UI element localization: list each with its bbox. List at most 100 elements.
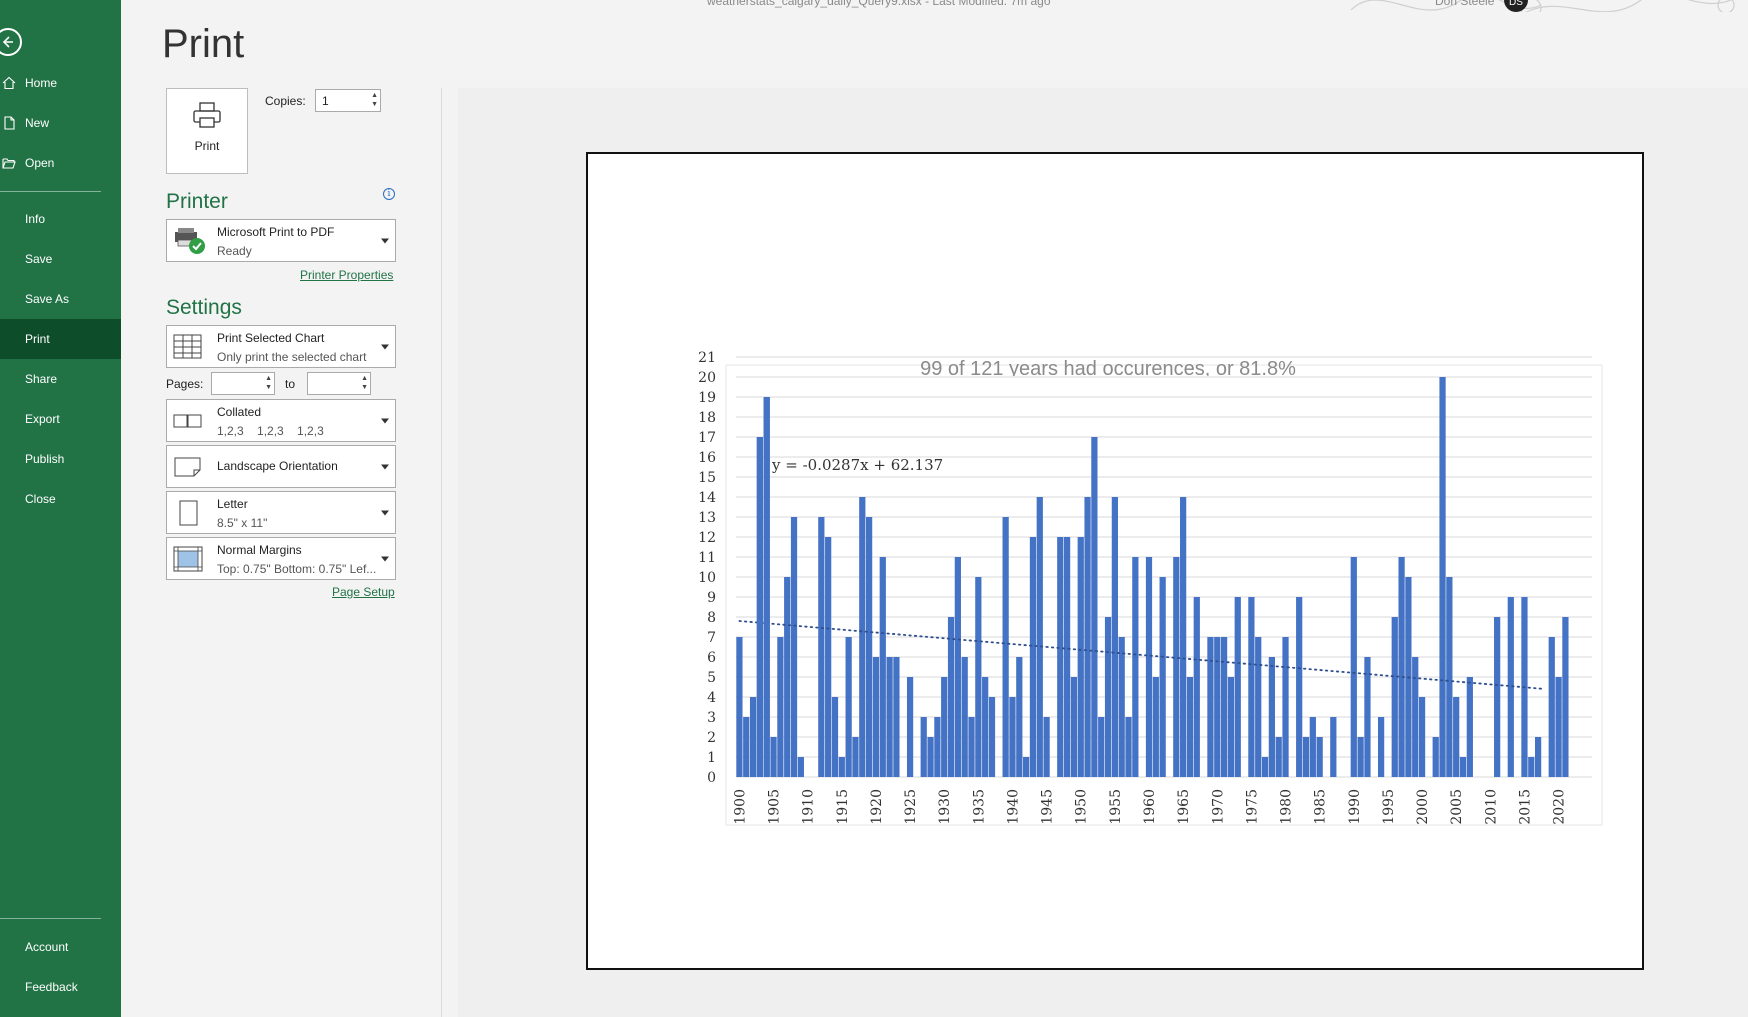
print-button[interactable]: Print xyxy=(166,88,248,174)
bar xyxy=(1152,677,1159,777)
bar xyxy=(1248,597,1255,777)
bar xyxy=(736,637,743,777)
copies-stepper[interactable]: 1 ▲ ▼ xyxy=(315,89,381,112)
panel-divider xyxy=(441,88,442,1017)
bar xyxy=(1255,637,1262,777)
printer-properties-link[interactable]: Printer Properties xyxy=(300,268,393,282)
bar xyxy=(1002,517,1009,777)
preview-page: 0 1 2 3 4 5 6 7 8 9 10 11 12 13 14 15 16 17 18 19 20 21 1900 19… xyxy=(586,152,1644,970)
sidebar-item-print[interactable]: Print xyxy=(0,319,121,359)
sidebar-item-account[interactable]: Account xyxy=(0,927,121,967)
sidebar-item-publish[interactable]: Publish xyxy=(0,439,121,479)
bar xyxy=(1104,617,1112,777)
sidebar-item-home[interactable]: Home xyxy=(0,63,121,103)
sidebar-item-share[interactable]: Share xyxy=(0,359,121,399)
backstage-sidebar: Home New Open Info Save Save As Print Sh… xyxy=(0,0,121,1017)
bar xyxy=(1412,657,1419,777)
x-tick-label: 1995 xyxy=(1381,789,1397,825)
y-tick-label: 19 xyxy=(698,390,716,406)
y-tick-label: 5 xyxy=(707,670,716,686)
landscape-page-icon xyxy=(174,457,201,476)
sidebar-item-info[interactable]: Info xyxy=(0,199,121,239)
bar xyxy=(1275,737,1282,777)
y-tick-label: 3 xyxy=(707,710,716,726)
spinner-arrows-icon[interactable]: ▲ ▼ xyxy=(265,374,272,392)
bar xyxy=(777,637,784,777)
bar xyxy=(1377,717,1385,777)
portrait-page-icon xyxy=(179,500,198,525)
settings-heading: Settings xyxy=(166,296,242,319)
bar xyxy=(975,577,982,777)
bar xyxy=(893,657,900,777)
bar xyxy=(1261,757,1269,777)
background-swirl-decoration xyxy=(1350,0,1735,12)
bar xyxy=(1453,697,1460,777)
bar xyxy=(879,557,886,777)
bar xyxy=(982,677,989,777)
y-tick-label: 0 xyxy=(707,770,716,786)
sidebar-item-close[interactable]: Close xyxy=(0,479,121,519)
x-tick-label: 2000 xyxy=(1415,789,1431,825)
bar xyxy=(756,437,764,777)
bar xyxy=(1494,617,1501,777)
bar xyxy=(866,517,873,777)
margins-sub: Top: 0.75" Bottom: 0.75" Lef... xyxy=(217,562,377,576)
collation-dropdown[interactable]: Collated 1,2,3 1,2,3 1,2,3 xyxy=(166,399,396,442)
bar xyxy=(763,397,770,777)
bar xyxy=(1173,557,1180,777)
sidebar-divider xyxy=(0,918,101,919)
user-name[interactable]: Don Steele xyxy=(1435,0,1494,8)
bar xyxy=(1009,697,1016,777)
bar xyxy=(1180,497,1187,777)
bar xyxy=(941,677,948,777)
paper-sub: 8.5" x 11" xyxy=(217,516,268,530)
y-tick-label: 12 xyxy=(698,530,716,546)
bar xyxy=(906,677,914,777)
orientation-dropdown[interactable]: Landscape Orientation xyxy=(166,445,396,488)
sidebar-item-save-as[interactable]: Save As xyxy=(0,279,121,319)
x-tick-label: 1965 xyxy=(1176,789,1192,825)
bar xyxy=(1132,557,1139,777)
x-tick-label: 2005 xyxy=(1449,789,1465,825)
sidebar-item-save[interactable]: Save xyxy=(0,239,121,279)
paper-title: Letter xyxy=(217,497,248,511)
back-arrow-icon[interactable] xyxy=(0,28,22,56)
sidebar-item-open[interactable]: Open xyxy=(0,143,121,183)
x-tick-label: 1915 xyxy=(835,789,851,825)
bar xyxy=(1029,537,1037,777)
sidebar-item-label: New xyxy=(25,116,50,130)
margins-dropdown[interactable]: Normal Margins Top: 0.75" Bottom: 0.75" … xyxy=(166,537,396,580)
bar xyxy=(1282,637,1289,777)
paper-size-dropdown[interactable]: Letter 8.5" x 11" xyxy=(166,491,396,534)
x-tick-label: 2015 xyxy=(1517,789,1533,825)
bar xyxy=(1070,677,1078,777)
pages-to-input[interactable]: ▲ ▼ xyxy=(307,372,371,395)
bar xyxy=(1391,617,1398,777)
sidebar-item-label: Save xyxy=(25,252,53,266)
x-tick-label: 2020 xyxy=(1552,789,1568,825)
bar xyxy=(968,717,975,777)
sidebar-item-new[interactable]: New xyxy=(0,103,121,143)
sidebar-item-export[interactable]: Export xyxy=(0,399,121,439)
spinner-arrows-icon[interactable]: ▲ ▼ xyxy=(361,374,368,392)
bar xyxy=(954,557,961,777)
print-what-dropdown[interactable]: Print Selected Chart Only print the sele… xyxy=(166,325,396,368)
sidebar-item-feedback[interactable]: Feedback xyxy=(0,967,121,1007)
printer-status: Ready xyxy=(217,244,252,258)
sidebar-item-label: Home xyxy=(25,76,58,90)
printer-name: Microsoft Print to PDF xyxy=(217,225,335,239)
x-tick-label: 1925 xyxy=(903,789,919,825)
bar xyxy=(1548,637,1555,777)
printer-dropdown[interactable]: Microsoft Print to PDF Ready xyxy=(166,219,396,262)
print-button-label: Print xyxy=(194,139,220,153)
y-tick-label: 21 xyxy=(698,350,716,366)
bar xyxy=(825,537,832,777)
pages-from-input[interactable]: ▲ ▼ xyxy=(211,372,275,395)
bar xyxy=(1562,617,1569,777)
bar xyxy=(845,637,852,777)
x-tick-label: 1955 xyxy=(1108,789,1124,825)
info-icon[interactable]: i xyxy=(383,188,395,200)
page-setup-link[interactable]: Page Setup xyxy=(332,585,395,599)
to-label: to xyxy=(285,377,296,391)
spinner-arrows-icon[interactable]: ▲ ▼ xyxy=(371,91,378,109)
